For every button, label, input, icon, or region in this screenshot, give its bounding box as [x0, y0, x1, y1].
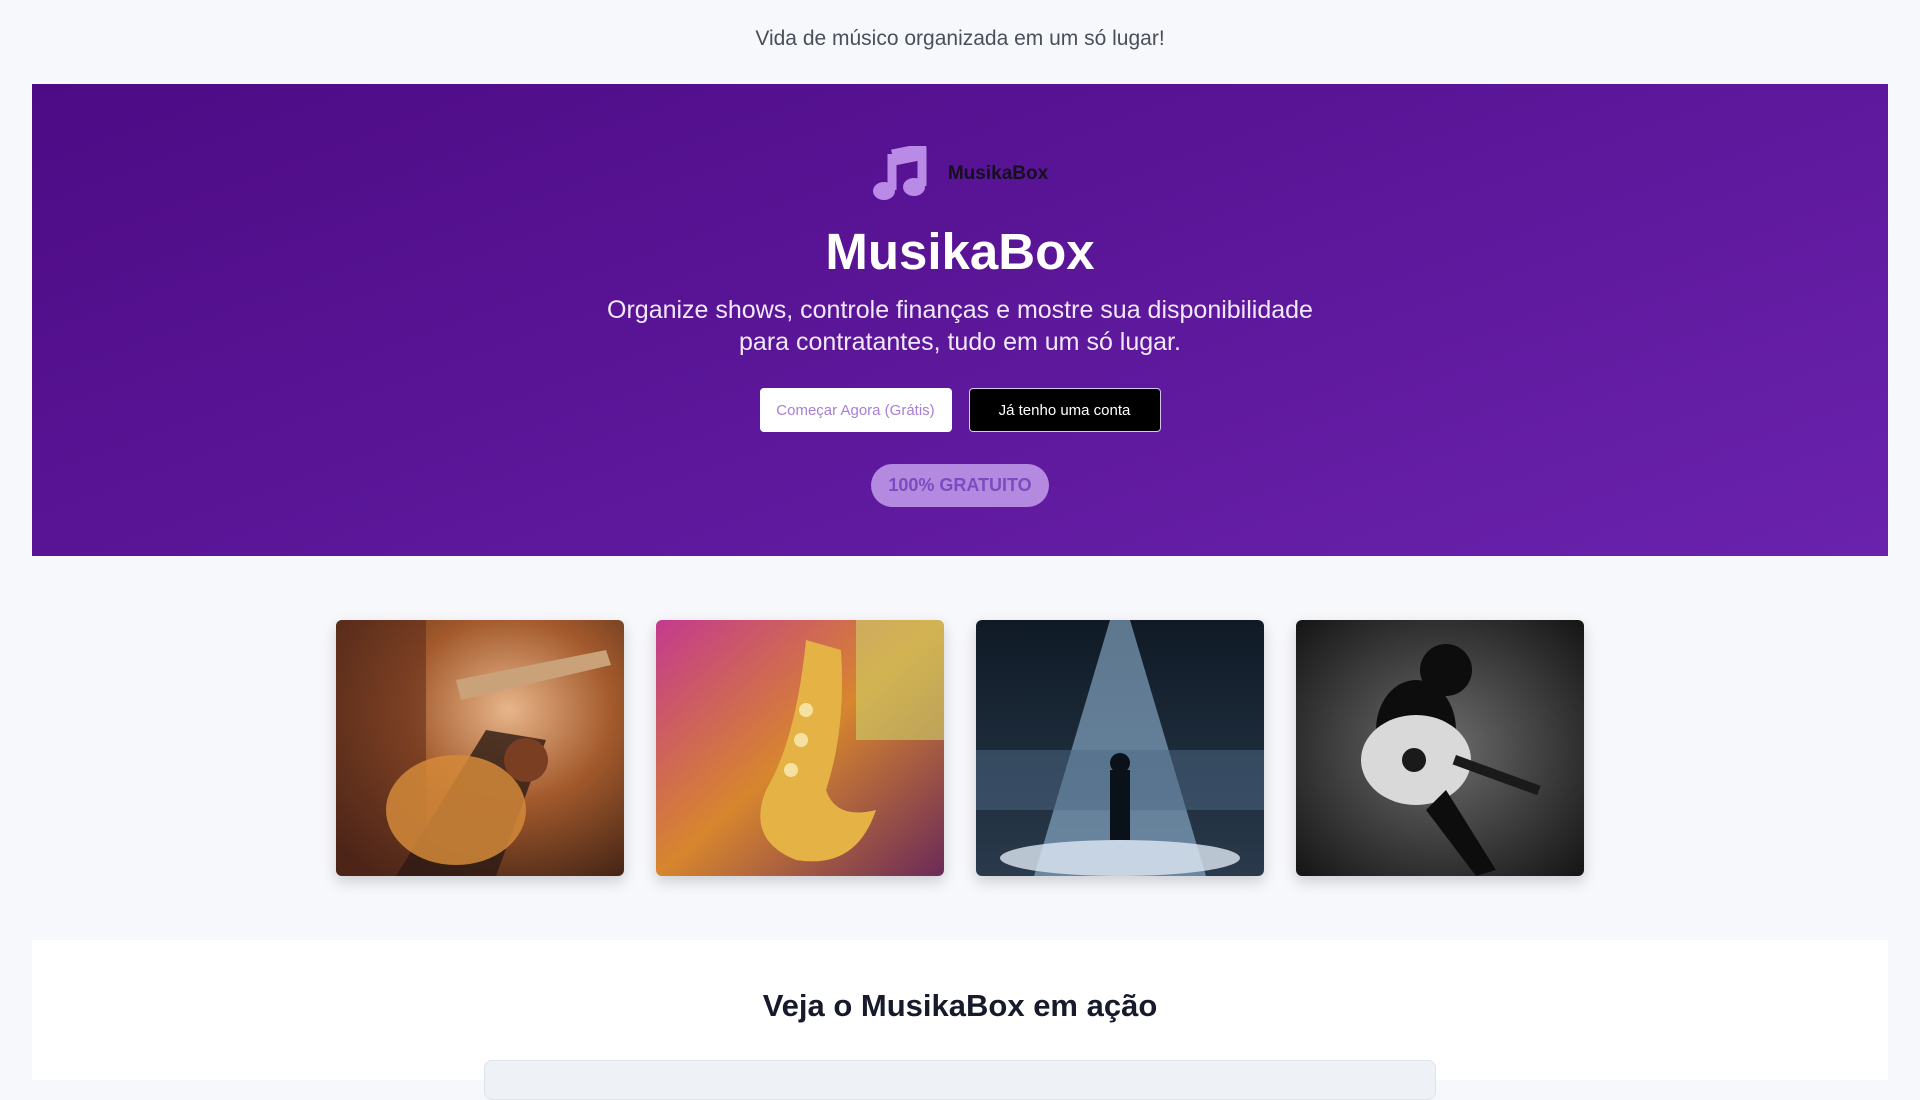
photo-stage [976, 620, 1264, 876]
top-tagline: Vida de músico organizada em um só lugar… [755, 27, 1165, 50]
hero-title: MusikaBox [825, 223, 1095, 280]
start-now-button[interactable]: Começar Agora (Grátis) [759, 388, 952, 432]
hero-actions: Começar Agora (Grátis) Já tenho uma cont… [759, 388, 1161, 432]
photo-guitarist [336, 620, 624, 876]
hero-subtitle: Organize shows, controle finanças e most… [607, 296, 1313, 356]
brand-name: MusikaBox [947, 163, 1049, 184]
photo-saxophone [656, 620, 944, 876]
free-badge: 100% GRATUITO [871, 464, 1049, 507]
brand: MusikaBox [872, 146, 1048, 202]
demo-title: Veja o MusikaBox em ação [762, 988, 1158, 1023]
demo-section: Veja o MusikaBox em ação [32, 940, 1888, 1100]
login-button[interactable]: Já tenho uma conta [968, 388, 1161, 432]
demo-preview [484, 1060, 1436, 1100]
photo-acoustic-guitar [1296, 620, 1584, 876]
photo-gallery [336, 620, 1584, 876]
music-note-icon [872, 146, 928, 202]
hero-section: MusikaBox MusikaBox Organize shows, cont… [32, 84, 1888, 556]
